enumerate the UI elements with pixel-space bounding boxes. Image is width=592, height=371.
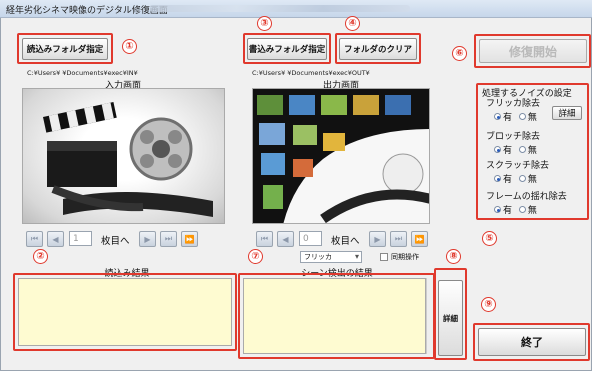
first-frame-icon: ⏮ [30, 234, 39, 243]
blotch-off-radio[interactable] [518, 146, 526, 153]
marker-1: ① [122, 39, 137, 54]
title-bar-blurred-area [150, 5, 410, 12]
flicker-label: フリッカ除去 [486, 99, 541, 109]
shake-label: フレームの揺れ除去 [486, 192, 567, 202]
input-preview-image [22, 88, 225, 224]
sync-label: 同期操作 [391, 253, 419, 261]
last-frame-button[interactable]: ⏭ [160, 231, 177, 247]
output-page-field[interactable]: 0 [299, 231, 322, 246]
output-page-suffix: 枚目へ [331, 236, 360, 247]
window-title: 経年劣化シネマ映像のデジタル修復画面 [6, 6, 168, 16]
shake-off-label: 無 [527, 206, 537, 216]
first-frame-icon: ⏮ [260, 234, 269, 243]
first-frame-button[interactable]: ⏮ [26, 231, 43, 247]
blotch-on-radio[interactable] [494, 146, 501, 153]
scratch-group: スクラッチ除去 有 無 [486, 158, 549, 185]
shake-off-radio[interactable] [518, 206, 526, 213]
blotch-on-label: 有 [503, 146, 513, 156]
output-fast-forward-button[interactable]: ⏩ [411, 231, 428, 247]
marker-box-6 [474, 34, 591, 68]
marker-box-9 [473, 323, 590, 361]
last-frame-icon: ⏭ [164, 234, 173, 243]
prev-frame-icon: ◀ [52, 234, 59, 244]
marker-8: ⑧ [446, 249, 461, 264]
scratch-off-label: 無 [527, 175, 537, 185]
scratch-off-radio[interactable] [518, 175, 526, 182]
next-frame-button[interactable]: ▶ [139, 231, 156, 247]
marker-box-2 [13, 273, 237, 351]
fast-forward-icon: ⏩ [414, 234, 425, 244]
output-preview-image [252, 88, 430, 224]
shake-group: フレームの揺れ除去 有 無 [486, 189, 567, 216]
input-page-suffix: 枚目へ [101, 236, 130, 247]
last-frame-icon: ⏭ [394, 234, 403, 243]
marker-box-3 [243, 33, 331, 64]
flicker-on-label: 有 [503, 113, 513, 123]
marker-7: ⑦ [248, 249, 263, 264]
flicker-off-label: 無 [527, 113, 537, 123]
flicker-off-radio[interactable] [518, 113, 526, 120]
marker-3: ③ [257, 16, 272, 31]
flicker-detail-button[interactable]: 詳細 [552, 106, 582, 120]
scratch-label: スクラッチ除去 [486, 161, 550, 171]
marker-box-4 [335, 33, 421, 64]
marker-box-8 [434, 268, 467, 360]
fast-forward-button[interactable]: ⏩ [181, 231, 198, 247]
marker-2: ② [33, 249, 48, 264]
blotch-label: ブロッチ除去 [486, 132, 541, 142]
marker-box-7 [238, 273, 435, 359]
shake-on-label: 有 [503, 206, 513, 216]
scratch-on-radio[interactable] [494, 175, 501, 182]
marker-5: ⑤ [482, 231, 497, 246]
output-last-frame-button[interactable]: ⏭ [390, 231, 407, 247]
marker-9: ⑨ [481, 297, 496, 312]
blotch-off-label: 無 [527, 146, 537, 156]
input-path: C:¥Users¥ ¥Documents¥exec¥IN¥ [27, 69, 138, 77]
scratch-on-label: 有 [503, 175, 513, 185]
marker-4: ④ [345, 16, 360, 31]
output-next-frame-button[interactable]: ▶ [369, 231, 386, 247]
next-frame-icon: ▶ [144, 234, 151, 244]
output-prev-frame-button[interactable]: ◀ [277, 231, 294, 247]
marker-box-1 [17, 33, 113, 64]
noise-mode-select[interactable]: フリッカ [300, 251, 362, 263]
output-path: C:¥Users¥ ¥Documents¥exec¥OUT¥ [252, 69, 370, 77]
fast-forward-icon: ⏩ [184, 234, 195, 244]
input-page-field[interactable]: 1 [69, 231, 92, 246]
marker-6: ⑥ [452, 46, 467, 61]
sync-checkbox[interactable] [380, 253, 388, 261]
shake-on-radio[interactable] [494, 206, 501, 213]
prev-frame-button[interactable]: ◀ [47, 231, 64, 247]
blotch-group: ブロッチ除去 有 無 [486, 129, 541, 156]
prev-frame-icon: ◀ [282, 234, 289, 244]
next-frame-icon: ▶ [374, 234, 381, 244]
flicker-on-radio[interactable] [494, 113, 501, 120]
output-first-frame-button[interactable]: ⏮ [256, 231, 273, 247]
flicker-group: フリッカ除去 有 無 [486, 96, 541, 123]
title-bar: 経年劣化シネマ映像のデジタル修復画面 [0, 0, 592, 18]
